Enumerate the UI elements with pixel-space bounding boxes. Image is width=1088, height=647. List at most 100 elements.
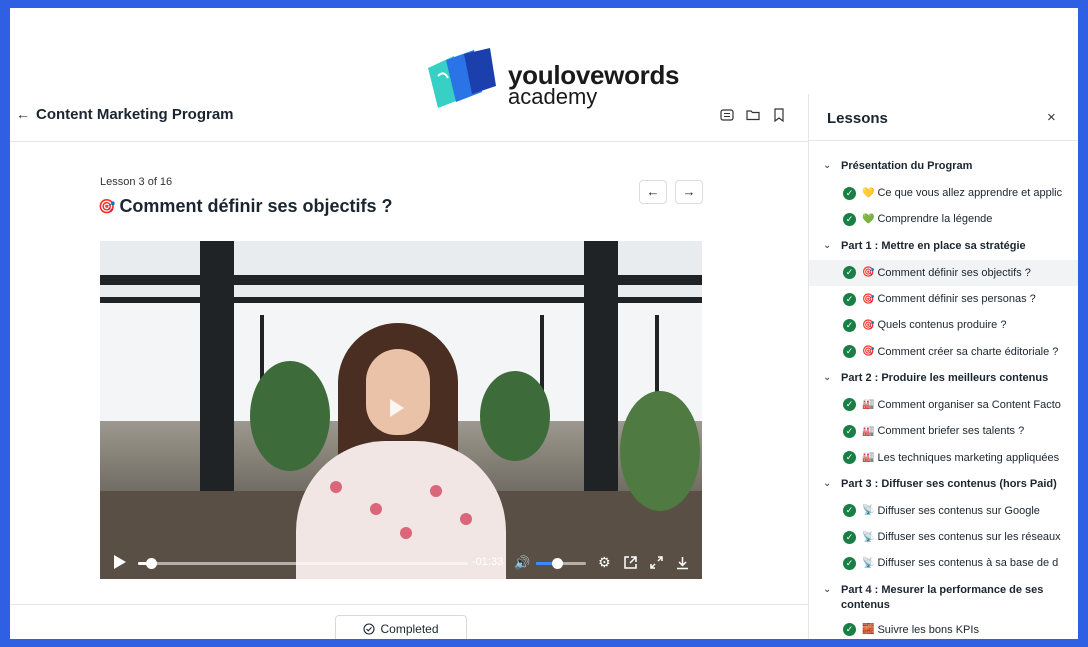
download-icon[interactable] bbox=[676, 556, 689, 570]
sidebar-lesson-item[interactable]: ✓ 🎯 Quels contenus produire ? bbox=[809, 312, 1078, 338]
chevron-down-icon: ⌄ bbox=[823, 239, 832, 251]
video-scene-plant bbox=[250, 361, 330, 471]
target-icon: 🎯 bbox=[98, 198, 116, 214]
folder-icon[interactable] bbox=[746, 108, 760, 122]
header-actions bbox=[720, 108, 786, 122]
lesson-emoji-icon: 🎯 bbox=[862, 346, 875, 358]
sidebar-section-label: Part 4 : Mesurer la performance de ses c… bbox=[841, 583, 1044, 611]
volume-handle[interactable] bbox=[552, 558, 563, 569]
check-circle-icon: ✓ bbox=[843, 398, 856, 412]
center-play-icon[interactable] bbox=[390, 399, 404, 417]
check-circle-icon: ✓ bbox=[843, 186, 856, 200]
arrow-left-icon: ← bbox=[646, 184, 660, 199]
check-circle-icon: ✓ bbox=[843, 424, 856, 438]
sidebar-lesson-label: Diffuser ses contenus à sa base de d bbox=[877, 557, 1059, 570]
sidebar-lesson-label: Comprendre la légende bbox=[877, 213, 993, 226]
sidebar-lesson-item[interactable]: ✓ 🎯 Comment définir ses objectifs ? bbox=[809, 259, 1078, 286]
sidebar-lesson-item[interactable]: ✓ 📡 Diffuser ses contenus sur Google bbox=[809, 498, 1078, 524]
volume-icon[interactable]: 🔊 bbox=[514, 555, 530, 571]
next-lesson-button[interactable]: → bbox=[675, 180, 703, 204]
check-circle-icon: ✓ bbox=[843, 212, 856, 226]
sidebar-lesson-item[interactable]: ✓ 📡 Diffuser ses contenus à sa base de d bbox=[809, 550, 1078, 576]
video-dress-flower bbox=[370, 503, 382, 515]
lesson-emoji-icon: 🧱 bbox=[862, 624, 875, 636]
sidebar-header-divider bbox=[809, 140, 1078, 141]
sidebar-lesson-item[interactable]: ✓ 🏭 Comment organiser sa Content Facto bbox=[809, 392, 1078, 418]
sidebar-lesson-label: Comment créer sa charte éditoriale ? bbox=[877, 345, 1059, 358]
chevron-down-icon: ⌄ bbox=[823, 477, 832, 489]
lesson-emoji-icon: 💚 bbox=[862, 213, 875, 225]
sidebar-lesson-label: Comment briefer ses talents ? bbox=[877, 425, 1025, 438]
sidebar-lesson-label: Comment organiser sa Content Facto bbox=[877, 398, 1061, 411]
lesson-emoji-icon: 💛 bbox=[862, 187, 875, 199]
sidebar-title: Lessons bbox=[827, 110, 888, 127]
video-player[interactable]: -01:33 🔊 ⚙ bbox=[100, 241, 702, 579]
sidebar-section-header[interactable]: ⌄ Part 1 : Mettre en place sa stratégie bbox=[809, 239, 1078, 260]
sidebar-section-header[interactable]: ⌄ Présentation du Program bbox=[809, 159, 1078, 180]
arrow-left-icon[interactable]: ← bbox=[16, 106, 30, 122]
check-circle-icon bbox=[363, 623, 376, 635]
sidebar-lesson-item[interactable]: ✓ 📡 Diffuser ses contenus sur les réseaux bbox=[809, 524, 1078, 550]
sidebar-section-label: Part 3 : Diffuser ses contenus (hors Pai… bbox=[841, 477, 1057, 490]
sidebar-lesson-item[interactable]: ✓ 🎯 Comment créer sa charte éditoriale ? bbox=[809, 338, 1078, 364]
sidebar-lesson-item[interactable]: ✓ 🏭 Les techniques marketing appliquées bbox=[809, 444, 1078, 470]
check-circle-icon: ✓ bbox=[843, 292, 856, 306]
lesson-emoji-icon: 🏭 bbox=[862, 452, 875, 464]
check-circle-icon: ✓ bbox=[843, 451, 856, 465]
sidebar-section-label: Présentation du Program bbox=[841, 160, 973, 172]
sidebar-section-header[interactable]: ⌄ Part 2 : Produire les meilleurs contenu… bbox=[809, 371, 1078, 392]
sidebar-section-label: Part 1 : Mettre en place sa stratégie bbox=[841, 239, 1026, 252]
video-dress-flower bbox=[330, 481, 342, 493]
check-circle-icon: ✓ bbox=[843, 504, 856, 518]
lesson-emoji-icon: 📡 bbox=[862, 557, 875, 569]
sidebar-lesson-label: Comment définir ses objectifs ? bbox=[877, 266, 1031, 279]
check-circle-icon: ✓ bbox=[843, 623, 856, 637]
video-dress-flower bbox=[400, 527, 412, 539]
lesson-emoji-icon: 🏭 bbox=[862, 425, 875, 437]
previous-lesson-button[interactable]: ← bbox=[639, 180, 667, 204]
sidebar-lesson-item[interactable]: ✓ 💛 Ce que vous allez apprendre et applic bbox=[809, 180, 1078, 206]
chevron-down-icon: ⌄ bbox=[823, 371, 832, 383]
sidebar-lesson-label: Quels contenus produire ? bbox=[877, 319, 1007, 332]
lesson-emoji-icon: 🎯 bbox=[862, 267, 875, 279]
video-scene-plant bbox=[620, 391, 700, 511]
sidebar-lesson-label: Ce que vous allez apprendre et applic bbox=[877, 187, 1063, 200]
settings-icon[interactable]: ⚙ bbox=[598, 554, 611, 570]
lesson-title: 🎯 Comment définir ses objectifs ? bbox=[98, 196, 393, 217]
video-progress-bar[interactable] bbox=[138, 558, 468, 569]
bookmark-icon[interactable] bbox=[772, 108, 786, 122]
course-title: Content Marketing Program bbox=[36, 106, 234, 123]
sidebar-section-header[interactable]: ⌄ Part 3 : Diffuser ses contenus (hors Pa… bbox=[809, 477, 1078, 498]
footer-divider bbox=[10, 604, 808, 605]
sidebar-lesson-item[interactable]: ✓ 🧱 Suivre les bons KPIs bbox=[809, 617, 1078, 639]
video-progress-handle[interactable] bbox=[145, 558, 157, 569]
list-icon[interactable] bbox=[720, 108, 734, 122]
popout-icon[interactable] bbox=[624, 556, 637, 569]
lesson-emoji-icon: 🎯 bbox=[862, 319, 875, 331]
completed-label: Completed bbox=[380, 622, 439, 636]
video-dress-flower bbox=[430, 485, 442, 497]
lesson-emoji-icon: 🎯 bbox=[862, 293, 875, 305]
chevron-down-icon: ⌄ bbox=[823, 583, 832, 595]
close-icon[interactable]: × bbox=[1047, 109, 1056, 126]
arrow-right-icon: → bbox=[682, 184, 696, 199]
lessons-list: ⌄ Présentation du Program ✓ 💛 Ce que vous al… bbox=[809, 151, 1078, 639]
app-frame: youlovewords academy ← Content Marketing… bbox=[10, 8, 1078, 639]
lesson-emoji-icon: 🏭 bbox=[862, 399, 875, 411]
sidebar-lesson-item[interactable]: ✓ 💚 Comprendre la légende bbox=[809, 206, 1078, 232]
sidebar-lesson-item[interactable]: ✓ 🏭 Comment briefer ses talents ? bbox=[809, 418, 1078, 444]
lesson-title-text: Comment définir ses objectifs ? bbox=[119, 196, 393, 216]
sidebar-lesson-label: Suivre les bons KPIs bbox=[877, 623, 979, 636]
sidebar-section-header[interactable]: ⌄ Part 4 : Mesurer la performance de ses … bbox=[809, 583, 1078, 617]
video-presenter-face bbox=[366, 349, 430, 435]
volume-slider[interactable] bbox=[536, 558, 586, 569]
brand-name: youlovewords academy bbox=[508, 62, 680, 108]
sidebar-lesson-item[interactable]: ✓ 🎯 Comment définir ses personas ? bbox=[809, 286, 1078, 312]
completed-button[interactable]: Completed bbox=[335, 615, 467, 639]
video-dress-flower bbox=[460, 513, 472, 525]
check-circle-icon: ✓ bbox=[843, 266, 856, 280]
play-icon[interactable] bbox=[114, 555, 126, 569]
chevron-down-icon: ⌄ bbox=[823, 160, 832, 171]
check-circle-icon: ✓ bbox=[843, 530, 856, 544]
fullscreen-icon[interactable] bbox=[650, 556, 663, 569]
